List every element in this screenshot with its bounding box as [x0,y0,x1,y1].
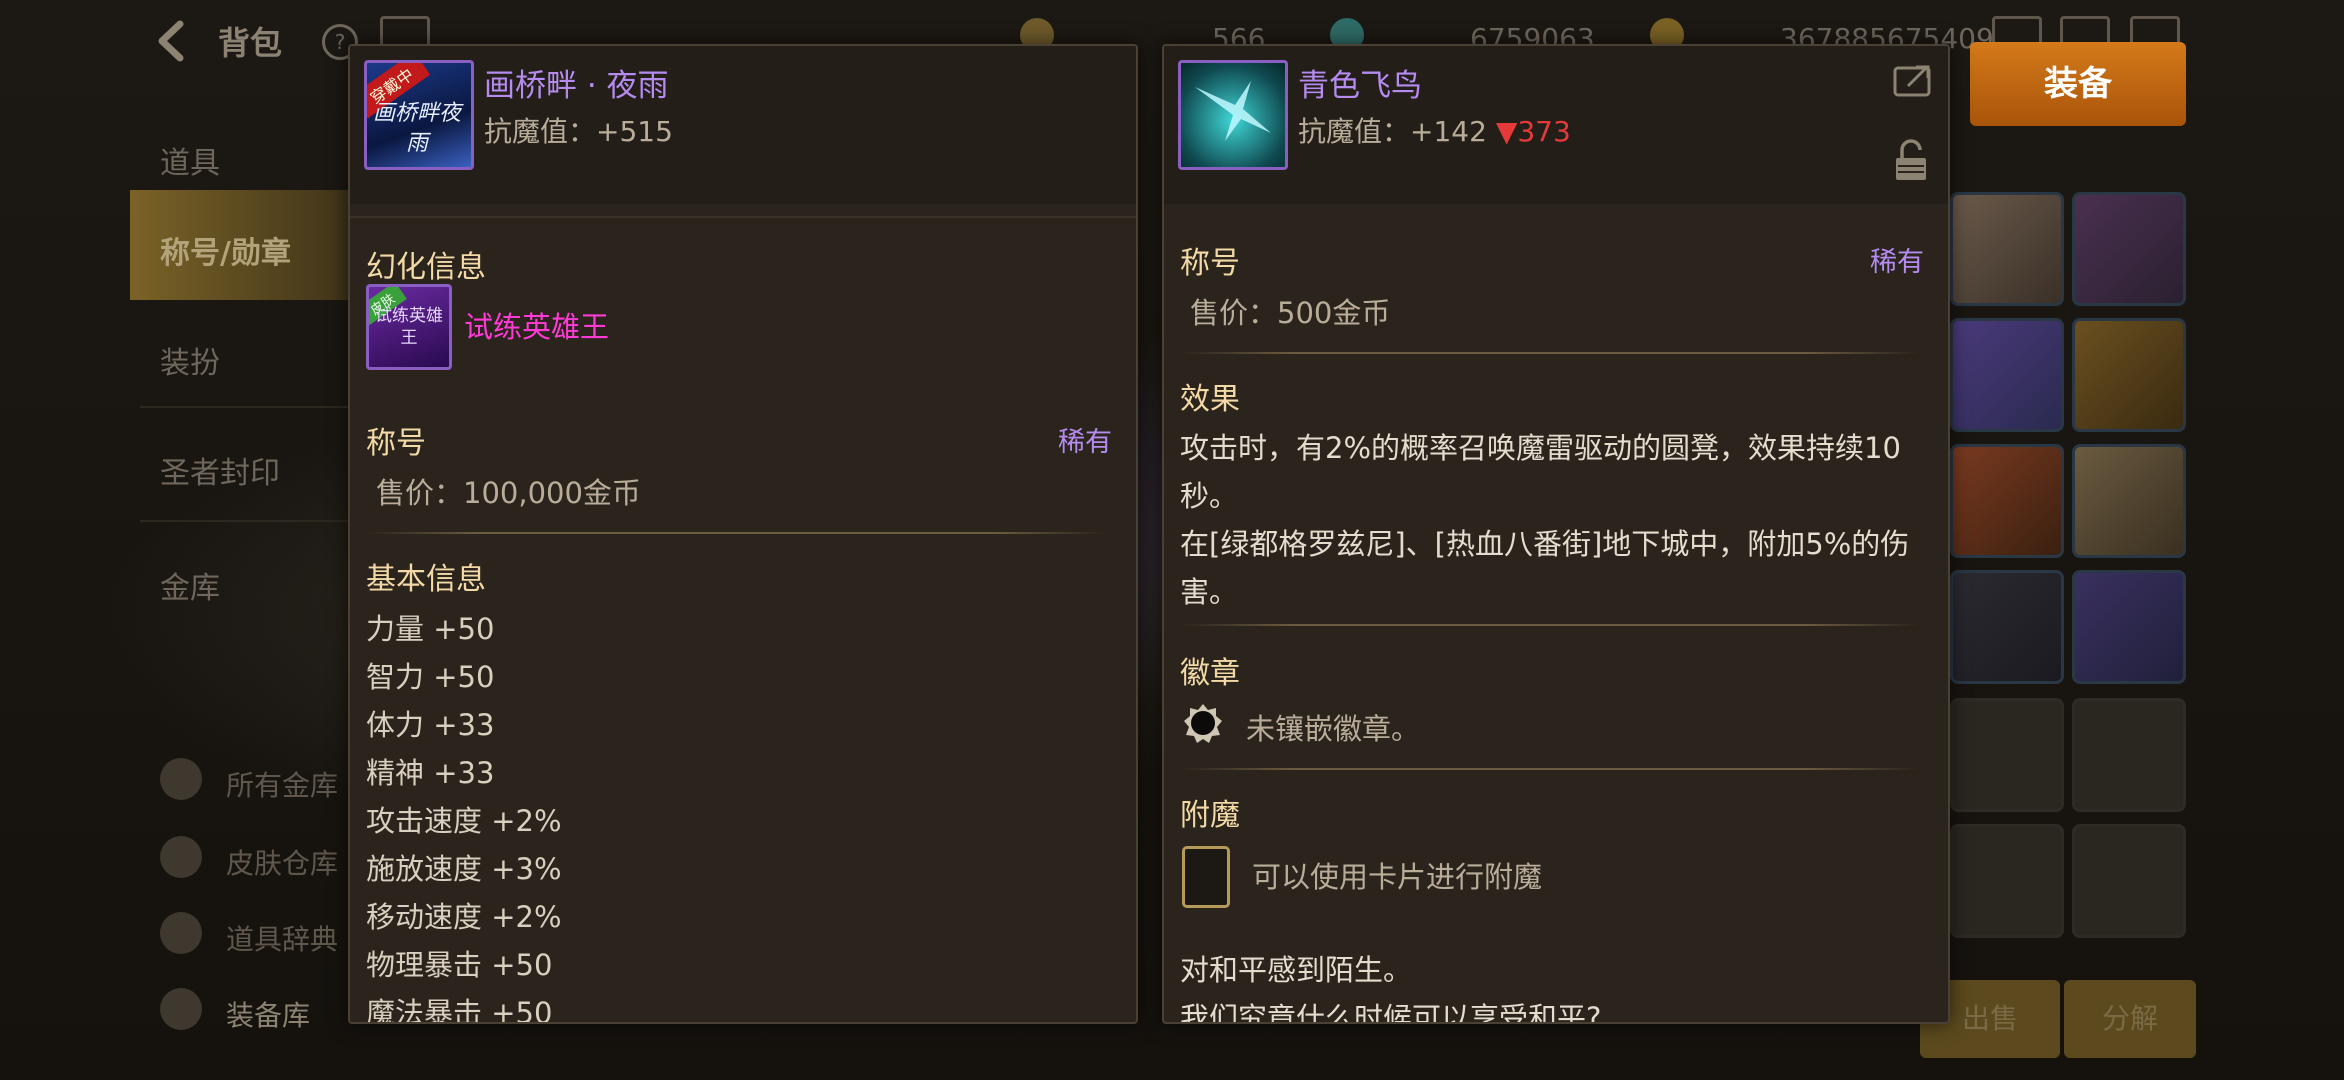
bird-icon [1195,81,1271,141]
inventory-slot[interactable] [2072,824,2186,938]
inventory-slot[interactable] [1950,192,2064,306]
stat-line: 力量 +50 [366,612,495,646]
item-icon: 穿戴中 画桥畔夜雨 [364,60,474,170]
basic-info-label: 基本信息 [366,562,486,597]
rarity-label: 稀有 [1058,427,1112,458]
stat-line: 移动速度 +2% [366,900,562,934]
equip-button[interactable]: 装备 [1970,42,2186,126]
badge-label: 徽章 [1180,656,1240,691]
skin-icon [160,836,202,878]
equipped-item-panel: 穿戴中 画桥畔夜雨 画桥畔 · 夜雨 抗魔值：+515 幻化信息 皮肤 试练英雄… [348,44,1138,1024]
item-icon [1178,60,1288,170]
effect-text-line: 害。 [1180,575,1239,609]
effect-text-line: 秒。 [1180,479,1239,513]
inventory-slot[interactable] [2072,698,2186,812]
enchant-text: 可以使用卡片进行附魔 [1252,860,1543,894]
selected-item-panel: 青色飞鸟 抗魔值：+142 ▼373 称号 稀有 售价：500金币 效果 攻击时… [1162,44,1950,1024]
sidebar-item-avatar[interactable]: 装扮 [130,300,370,410]
lock-icon[interactable] [1894,138,1928,182]
enchant-card-slot[interactable] [1182,846,1230,908]
item-icon-art-text: 画桥畔夜雨 [373,101,462,156]
enchant-label: 附魔 [1180,798,1240,833]
item-type-label: 称号 [366,426,426,461]
stat-line: 智力 +50 [366,660,495,694]
stat-line: 魔法暴击 +50 [366,996,553,1024]
sell-price: 售价：500金币 [1190,296,1391,330]
sidebar-divider [140,406,360,408]
inventory-slot[interactable] [2072,444,2186,558]
inventory-slot[interactable] [1950,570,2064,684]
sidebar-divider [140,520,360,522]
sidebar-item-vault[interactable]: 金库 [130,525,370,635]
inventory-slot[interactable] [1950,698,2064,812]
sidebar-item-titles[interactable]: 称号/勋章 [130,190,370,300]
inventory-slot[interactable] [2072,318,2186,432]
sell-price: 售价：100,000金币 [376,476,641,510]
divider [1180,768,1920,770]
rarity-label: 稀有 [1870,247,1924,278]
disassemble-button[interactable]: 分解 [2064,980,2196,1058]
divider [366,532,1106,534]
badge-slot-icon [1182,702,1224,744]
item-type-label: 称号 [1180,246,1240,281]
stat-line: 攻击速度 +2% [366,804,562,838]
effect-text-line: 在[绿都格罗兹尼]、[热血八番街]地下城中，附加5%的伤 [1180,527,1910,561]
magic-resist-diff: ▼373 [1495,115,1571,148]
stat-line: 体力 +33 [366,708,495,742]
transform-info-label: 幻化信息 [366,250,486,285]
effect-label: 效果 [1180,382,1240,417]
inventory-slot[interactable] [1950,318,2064,432]
transform-name: 试练英雄王 [464,310,610,344]
vault-icon [160,758,202,800]
inventory-slot[interactable] [1950,444,2064,558]
inventory-slot[interactable] [2072,570,2186,684]
magic-resist-value: 抗魔值：+142 [1298,115,1487,148]
effect-text-line: 攻击时，有2%的概率召唤魔雷驱动的圆凳，效果持续10 [1180,431,1901,465]
item-name: 青色飞鸟 [1298,68,1422,104]
inventory-slot[interactable] [1950,824,2064,938]
stat-line: 施放速度 +3% [366,852,562,886]
flavor-text-line: 对和平感到陌生。 [1180,953,1413,987]
item-name: 画桥畔 · 夜雨 [484,68,669,104]
badge-text: 未镶嵌徽章。 [1246,712,1421,746]
divider [1180,624,1920,626]
stat-line: 精神 +33 [366,756,495,790]
item-magic-resist: 抗魔值：+142 ▼373 [1298,110,1571,150]
dictionary-icon [160,912,202,954]
flavor-text-line: 我们究竟什么时候可以享受和平? [1180,1001,1602,1024]
back-arrow-icon[interactable] [150,18,196,64]
stat-line: 物理暴击 +50 [366,948,553,982]
share-icon[interactable] [1892,62,1934,98]
page-title: 背包 [218,24,283,62]
divider [1180,352,1920,354]
item-magic-resist: 抗魔值：+515 [484,115,673,148]
equipment-icon [160,988,202,1030]
transform-icon-art-text: 试练英雄王 [375,306,443,348]
inventory-slot[interactable] [2072,192,2186,306]
divider [350,216,1136,218]
sidebar-item-seal[interactable]: 圣者封印 [130,410,370,520]
transform-icon: 皮肤 试练英雄王 [366,284,452,370]
